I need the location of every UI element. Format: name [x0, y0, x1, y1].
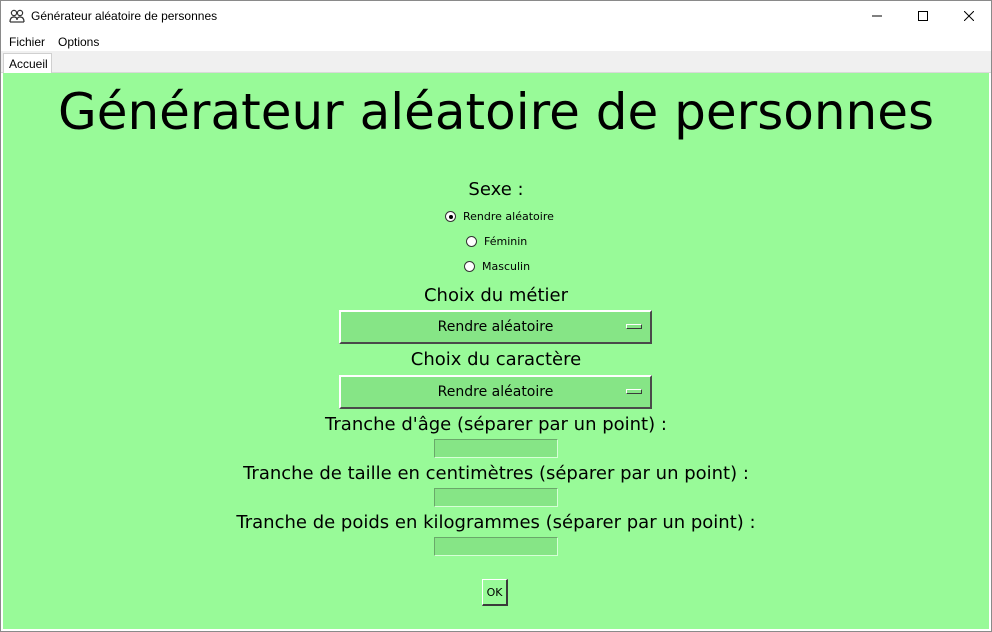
radio-label: Rendre aléatoire — [463, 210, 554, 223]
maximize-icon — [918, 8, 928, 26]
menu-options[interactable]: Options — [58, 35, 99, 49]
metier-label: Choix du métier — [423, 285, 569, 306]
minimize-button[interactable] — [854, 1, 900, 32]
taille-label: Tranche de taille en centimètres (sépare… — [243, 463, 749, 484]
radio-sexe-aleatoire[interactable]: Rendre aléatoire — [445, 210, 554, 223]
page-title: Générateur aléatoire de personnes — [57, 83, 935, 141]
taille-input[interactable] — [434, 488, 558, 507]
menu-bar: Fichier Options — [1, 32, 991, 51]
title-bar[interactable]: Générateur aléatoire de personnes — [1, 1, 991, 32]
metier-selected: Rendre aléatoire — [437, 319, 554, 335]
people-icon — [9, 9, 25, 23]
main-content: Générateur aléatoire de personnes Sexe :… — [3, 73, 989, 629]
poids-label: Tranche de poids en kilogrammes (séparer… — [236, 512, 756, 533]
ok-button[interactable]: OK — [482, 579, 508, 606]
radio-button[interactable] — [464, 261, 475, 272]
radio-sexe-feminin[interactable]: Féminin — [466, 235, 527, 248]
radio-label: Féminin — [484, 235, 528, 248]
poids-input[interactable] — [434, 537, 558, 556]
dropdown-indicator-icon — [626, 324, 642, 329]
radio-label: Masculin — [482, 260, 531, 273]
window-title: Générateur aléatoire de personnes — [31, 9, 218, 23]
radio-sexe-masculin[interactable]: Masculin — [464, 260, 530, 273]
app-window: Générateur aléatoire de personnes Fichie… — [0, 0, 992, 632]
caractere-label: Choix du caractère — [410, 349, 582, 370]
menu-fichier[interactable]: Fichier — [9, 35, 45, 49]
dropdown-indicator-icon — [626, 389, 642, 394]
age-input[interactable] — [434, 439, 558, 458]
caractere-selected: Rendre aléatoire — [437, 384, 554, 400]
sexe-label: Sexe : — [468, 179, 524, 200]
close-icon — [963, 8, 975, 26]
minimize-icon — [872, 8, 882, 26]
close-button[interactable] — [946, 1, 992, 32]
maximize-button[interactable] — [900, 1, 946, 32]
metier-dropdown[interactable]: Rendre aléatoire — [339, 310, 652, 344]
radio-button[interactable] — [466, 236, 477, 247]
tab-strip: Accueil — [1, 51, 991, 74]
radio-button-checked[interactable] — [445, 211, 456, 222]
tab-accueil[interactable]: Accueil — [3, 53, 52, 74]
age-label: Tranche d'âge (séparer par un point) : — [325, 414, 667, 435]
caractere-dropdown[interactable]: Rendre aléatoire — [339, 375, 652, 409]
